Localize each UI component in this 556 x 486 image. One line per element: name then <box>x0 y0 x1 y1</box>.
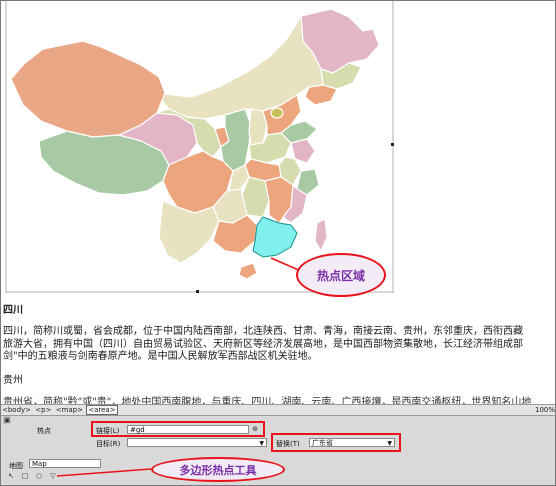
editor-window: 热点区域 四川 四川，简称川或蜀，省会成都，位于中国内陆西南部，北连陕西、甘肃、… <box>0 0 556 486</box>
callout-pointer-layer <box>56 468 152 477</box>
polygon-tool-callout: 多边形热点工具 <box>151 457 285 482</box>
